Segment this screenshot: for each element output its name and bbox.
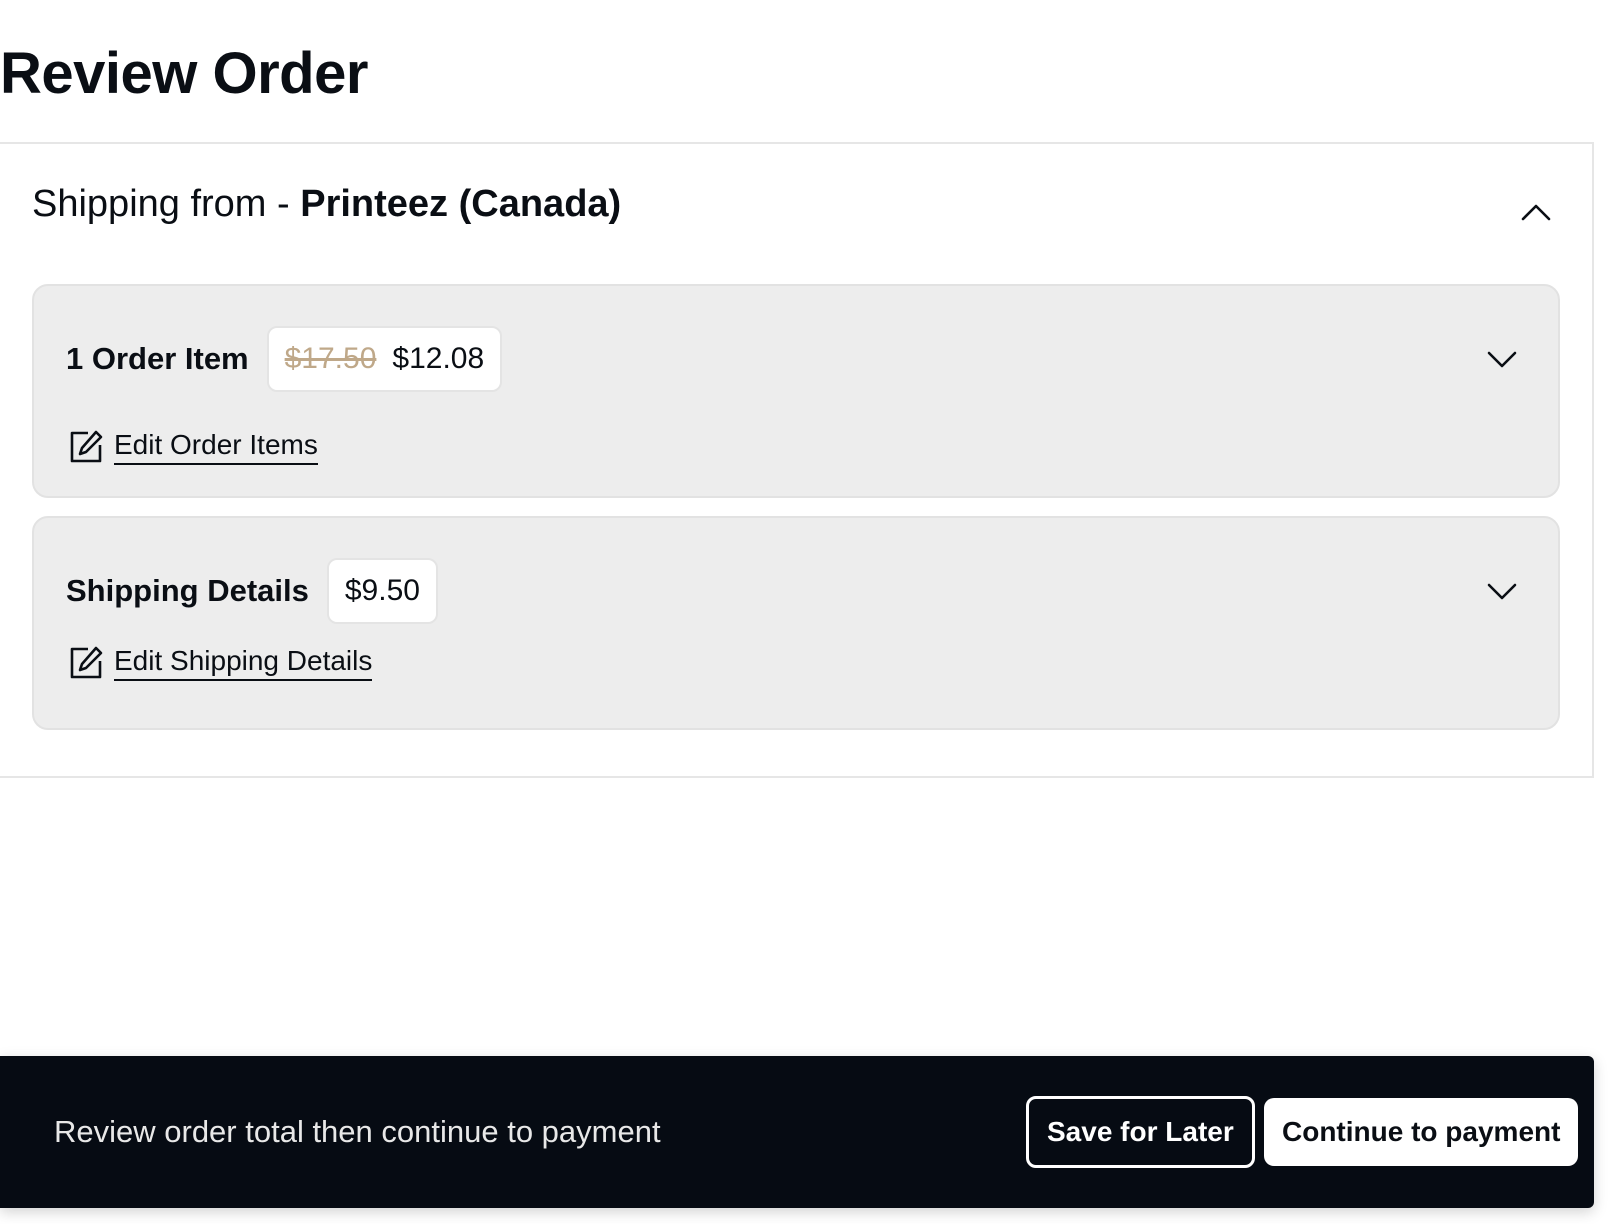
save-for-later-button[interactable]: Save for Later [1026, 1096, 1255, 1168]
expand-order-items-button[interactable] [1480, 338, 1524, 382]
edit-order-items-link[interactable]: Edit Order Items [68, 428, 318, 465]
edit-icon [70, 430, 103, 462]
checkout-action-bar: Review order total then continue to paym… [0, 1056, 1594, 1208]
review-order-page: Review Order Shipping from - Printeez (C… [0, 0, 1608, 1224]
chevron-down-icon [1487, 583, 1517, 600]
order-items-price-badge: $17.50 $12.08 [266, 326, 503, 392]
shipping-price-badge: $9.50 [326, 558, 438, 624]
chevron-up-icon [1521, 204, 1551, 221]
edit-shipping-details-link[interactable]: Edit Shipping Details [68, 644, 373, 681]
chevron-down-icon [1487, 351, 1517, 368]
expand-shipping-details-button[interactable] [1480, 570, 1524, 614]
shipping-from-prefix: Shipping from - [32, 183, 301, 225]
order-items-summary: 1 Order Item $17.50 $12.08 [66, 326, 503, 392]
vendor-name: Printeez (Canada) [300, 183, 622, 225]
shipping-price: $9.50 [344, 574, 420, 607]
checkout-prompt: Review order total then continue to paym… [54, 1114, 661, 1149]
shipping-from-card: Shipping from - Printeez (Canada) 1 Orde… [0, 142, 1594, 778]
page-title: Review Order [0, 41, 368, 106]
edit-icon [70, 646, 103, 678]
shipping-details-panel: Shipping Details $9.50 Edit Shipping Det… [32, 516, 1560, 730]
order-items-title: 1 Order Item [66, 341, 249, 376]
shipping-details-summary: Shipping Details $9.50 [66, 558, 438, 624]
shipping-details-title: Shipping Details [66, 573, 309, 608]
order-items-panel: 1 Order Item $17.50 $12.08 Edit Order It… [32, 284, 1560, 498]
continue-to-payment-button[interactable]: Continue to payment [1264, 1098, 1579, 1166]
original-price: $17.50 [284, 342, 377, 375]
shipping-from-header: Shipping from - Printeez (Canada) [32, 180, 621, 228]
collapse-shipping-section-button[interactable] [1514, 190, 1558, 234]
edit-order-items-label: Edit Order Items [114, 428, 318, 465]
edit-shipping-details-label: Edit Shipping Details [114, 644, 373, 681]
discounted-price: $12.08 [392, 342, 485, 375]
